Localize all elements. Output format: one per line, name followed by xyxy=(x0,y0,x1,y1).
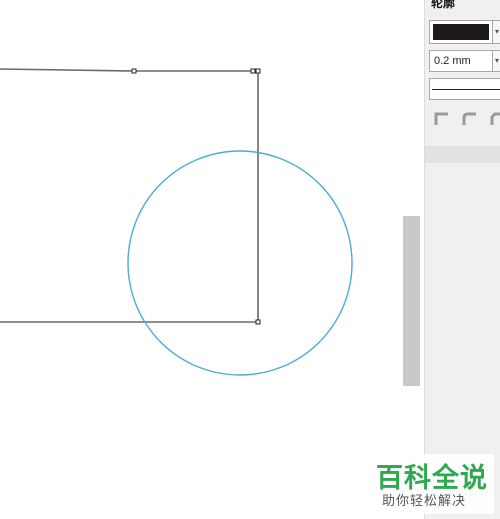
node-handle[interactable] xyxy=(255,319,261,325)
rectangle-shape[interactable] xyxy=(0,68,259,323)
vertical-scrollbar-thumb[interactable] xyxy=(403,216,420,386)
outline-color-picker[interactable] xyxy=(429,20,493,44)
outline-properties-panel: 轮廓 ▾ 0.2 mm ▾ xyxy=(424,0,500,519)
node-handle[interactable] xyxy=(250,68,256,74)
line-style-preview xyxy=(432,89,500,90)
node-handle[interactable] xyxy=(131,68,137,74)
canvas-drawing[interactable] xyxy=(0,0,424,519)
round-corner-icon[interactable] xyxy=(461,110,479,128)
bevel-corner-icon[interactable] xyxy=(489,110,500,128)
node-handle[interactable] xyxy=(255,68,261,74)
outline-color-swatch xyxy=(433,24,489,40)
outline-width-field[interactable]: 0.2 mm xyxy=(429,50,493,72)
width-dropdown-button[interactable]: ▾ xyxy=(493,50,500,72)
miter-corner-icon[interactable] xyxy=(433,110,451,128)
panel-section-divider xyxy=(425,146,500,163)
panel-title: 轮廓 xyxy=(431,0,456,10)
color-dropdown-button[interactable]: ▾ xyxy=(493,20,500,44)
drawing-canvas[interactable] xyxy=(0,0,424,519)
circle-shape[interactable] xyxy=(127,150,353,376)
chevron-down-icon: ▾ xyxy=(495,56,500,65)
watermark: 百科全说 助你轻松解决 xyxy=(362,454,494,514)
chevron-down-icon: ▾ xyxy=(495,27,500,36)
line-style-selector[interactable] xyxy=(429,78,500,100)
watermark-subtitle: 助你轻松解决 xyxy=(382,493,467,508)
